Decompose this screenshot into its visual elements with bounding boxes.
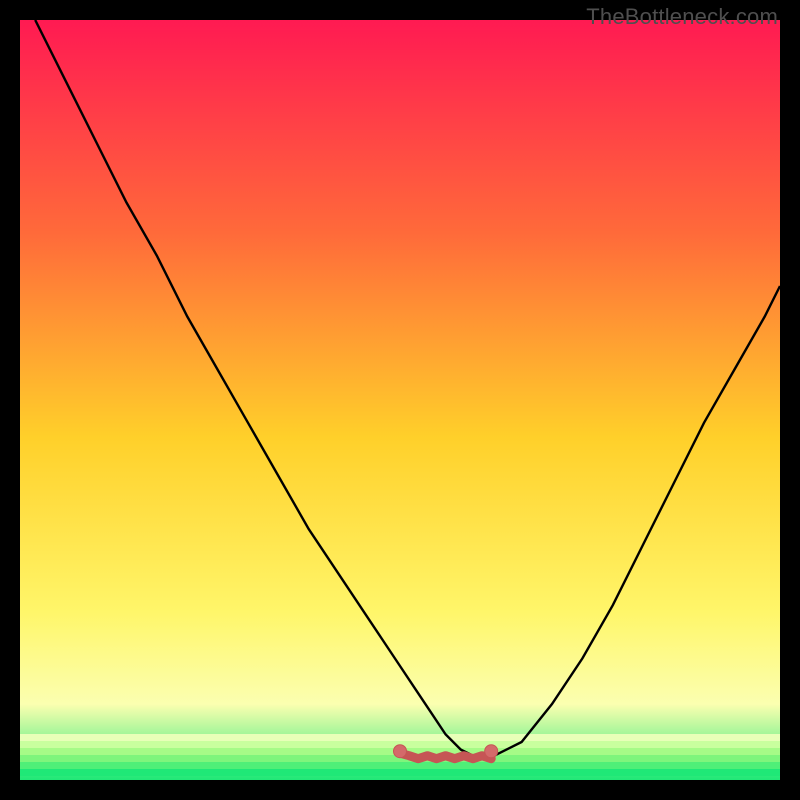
flat-region-end-dot: [485, 745, 498, 758]
watermark-text: TheBottleneck.com: [586, 4, 778, 30]
chart-svg: [20, 20, 780, 780]
bottom-stripe: [20, 762, 780, 769]
bottom-stripe: [20, 734, 780, 741]
plot-area: [20, 20, 780, 780]
flat-region-start-dot: [394, 745, 407, 758]
flat-region-marker: [400, 753, 491, 759]
chart-frame: TheBottleneck.com: [0, 0, 800, 800]
bottom-stripe: [20, 769, 780, 776]
